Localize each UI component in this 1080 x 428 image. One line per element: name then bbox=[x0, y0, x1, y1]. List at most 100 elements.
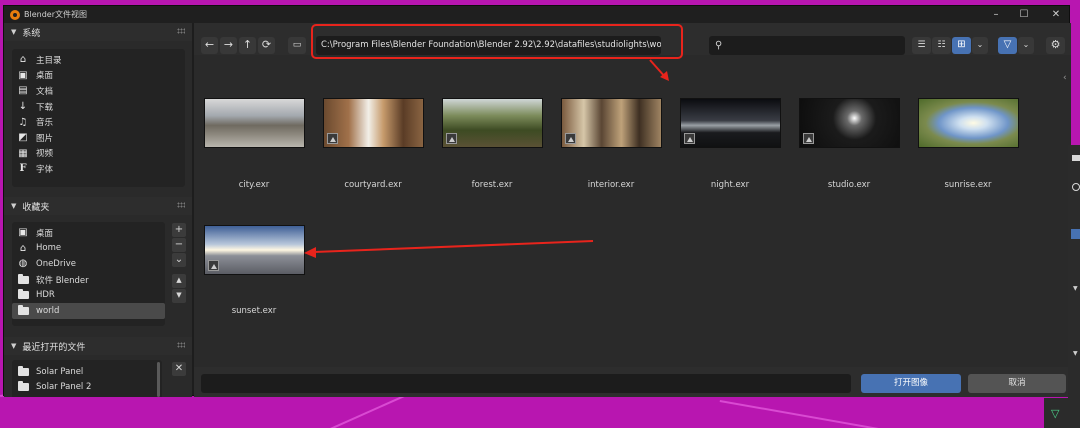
bookmark-item-label: Home bbox=[36, 243, 62, 254]
sidebar-item-home[interactable]: ⌂ 主目录 bbox=[12, 52, 185, 68]
image-file-icon bbox=[684, 133, 695, 144]
folder-icon bbox=[17, 381, 29, 393]
file-name[interactable]: forest.exr bbox=[437, 180, 547, 190]
drag-grip-icon[interactable] bbox=[177, 28, 185, 34]
file-thumbnail-studio[interactable] bbox=[799, 98, 900, 148]
drag-grip-icon[interactable] bbox=[177, 342, 185, 348]
background-app-strip: ▼ ▼ bbox=[1068, 145, 1080, 428]
folder-icon bbox=[17, 304, 29, 316]
move-down-button[interactable]: ▼ bbox=[172, 289, 186, 303]
bookmark-item-desktop[interactable]: ▣ 桌面 bbox=[12, 225, 165, 241]
recent-item-label: Solar Panel 2 bbox=[36, 382, 92, 393]
new-folder-button[interactable]: ▭ bbox=[288, 37, 306, 54]
file-thumbnail-city[interactable] bbox=[204, 98, 305, 148]
image-file-icon bbox=[327, 133, 338, 144]
bookmarks-panel-header[interactable]: ▼ 收藏夹 bbox=[4, 197, 192, 215]
file-name[interactable]: courtyard.exr bbox=[318, 180, 428, 190]
refresh-button[interactable]: ⟳ bbox=[258, 37, 275, 54]
drag-grip-icon[interactable] bbox=[177, 202, 185, 208]
sidebar-item-fonts[interactable]: F 字体 bbox=[12, 161, 185, 177]
chevron-left-icon[interactable]: ‹ bbox=[1063, 73, 1071, 83]
folder-icon bbox=[17, 273, 29, 285]
vertical-list-view-button[interactable]: ☰ bbox=[912, 37, 931, 54]
sidebar-item-label: 字体 bbox=[36, 164, 54, 175]
file-grid: city.exr courtyard.exr forest.exr interi… bbox=[194, 55, 1071, 367]
file-name[interactable]: sunset.exr bbox=[199, 306, 309, 316]
bookmark-menu-button[interactable]: ⌄ bbox=[172, 253, 186, 267]
bookmark-item-home[interactable]: ⌂ Home bbox=[12, 241, 165, 257]
parent-directory-button[interactable]: ↑ bbox=[239, 37, 256, 54]
bookmarks-list: ▣ 桌面 ⌂ Home ◍ OneDrive 软件 Blender HDR world bbox=[12, 222, 165, 326]
file-name[interactable]: night.exr bbox=[675, 180, 785, 190]
sidebar-item-desktop[interactable]: ▣ 桌面 bbox=[12, 68, 185, 84]
recent-scrollbar[interactable] bbox=[157, 362, 160, 397]
file-name[interactable]: city.exr bbox=[199, 180, 309, 190]
sidebar-item-label: 桌面 bbox=[36, 71, 54, 82]
filter-options-dropdown[interactable]: ⌄ bbox=[1018, 37, 1034, 54]
file-thumbnail-sunset[interactable] bbox=[204, 225, 305, 275]
desktop-icon: ▣ bbox=[18, 227, 28, 239]
file-name[interactable]: interior.exr bbox=[556, 180, 666, 190]
globe-icon bbox=[1072, 183, 1080, 191]
remove-bookmark-button[interactable]: − bbox=[172, 238, 186, 252]
close-button[interactable]: ✕ bbox=[1044, 8, 1068, 21]
collapse-triangle-icon: ▼ bbox=[11, 342, 17, 350]
system-panel-header[interactable]: ▼ 系统 bbox=[4, 23, 192, 41]
sidebar-item-downloads[interactable]: ↓ 下载 bbox=[12, 99, 185, 115]
file-thumbnail-sunrise[interactable] bbox=[918, 98, 1019, 148]
collapse-triangle-icon: ▼ bbox=[11, 202, 17, 210]
image-file-icon bbox=[446, 133, 457, 144]
bookmark-item-world[interactable]: world bbox=[12, 302, 165, 319]
download-icon: ↓ bbox=[18, 101, 28, 113]
move-up-button[interactable]: ▲ bbox=[172, 274, 186, 288]
add-bookmark-button[interactable]: + bbox=[172, 223, 186, 237]
search-icon: ⚲ bbox=[715, 40, 723, 51]
sidebar-item-label: 视频 bbox=[36, 149, 54, 160]
cancel-button[interactable]: 取消 bbox=[968, 374, 1066, 393]
sidebar-item-label: 图片 bbox=[36, 133, 54, 144]
sidebar-item-videos[interactable]: ▦ 视频 bbox=[12, 146, 185, 162]
forward-button[interactable]: → bbox=[220, 37, 237, 54]
node-icon-panel: ▽ bbox=[1044, 398, 1070, 428]
title-bar: Blender文件视图 – ☐ ✕ bbox=[4, 6, 1069, 23]
thumbnail-view-button[interactable]: ⊞ bbox=[952, 37, 971, 54]
horizontal-list-view-button[interactable]: ☷ bbox=[932, 37, 951, 54]
bottom-bar: 打开图像 取消 bbox=[194, 367, 1071, 397]
annotation-pointer bbox=[649, 59, 669, 81]
bookmark-item-label: 桌面 bbox=[36, 228, 54, 239]
system-panel-title: 系统 bbox=[22, 28, 41, 39]
recent-list: Solar Panel Solar Panel 2 bbox=[12, 360, 162, 397]
file-browser-window: Blender文件视图 – ☐ ✕ ▼ 系统 ⌂ 主目录 ▣ 桌面 ▤ 文档 ↓ 下载 … bbox=[3, 5, 1071, 397]
recent-item[interactable]: Solar Panel bbox=[12, 364, 162, 380]
music-icon: ♫ bbox=[18, 116, 28, 128]
recent-item[interactable]: Solar Panel 2 bbox=[12, 380, 162, 396]
desktop-icon: ▣ bbox=[18, 69, 28, 81]
file-thumbnail-courtyard[interactable] bbox=[323, 98, 424, 148]
sidebar-item-pictures[interactable]: ◩ 图片 bbox=[12, 130, 185, 146]
sidebar-item-documents[interactable]: ▤ 文档 bbox=[12, 83, 185, 99]
search-input[interactable]: ⚲ bbox=[709, 36, 905, 55]
file-name[interactable]: studio.exr bbox=[794, 180, 904, 190]
filename-input[interactable] bbox=[201, 374, 851, 393]
globe-icon: ◍ bbox=[18, 258, 28, 270]
file-name[interactable]: sunrise.exr bbox=[913, 180, 1023, 190]
display-size-dropdown[interactable]: ⌄ bbox=[972, 37, 988, 54]
bookmark-item-onedrive[interactable]: ◍ OneDrive bbox=[12, 256, 165, 272]
bookmark-item-hdr[interactable]: HDR bbox=[12, 287, 165, 303]
sidebar-item-music[interactable]: ♫ 音乐 bbox=[12, 114, 185, 130]
recent-panel-header[interactable]: ▼ 最近打开的文件 bbox=[4, 337, 192, 355]
file-thumbnail-forest[interactable] bbox=[442, 98, 543, 148]
maximize-button[interactable]: ☐ bbox=[1012, 8, 1036, 21]
filter-icon[interactable]: ▽ bbox=[998, 37, 1017, 54]
open-image-button[interactable]: 打开图像 bbox=[861, 374, 961, 393]
sidebar-item-label: 下载 bbox=[36, 102, 54, 113]
clear-recent-button[interactable]: ✕ bbox=[172, 362, 186, 376]
bookmark-item-blender[interactable]: 软件 Blender bbox=[12, 272, 165, 288]
file-thumbnail-interior[interactable] bbox=[561, 98, 662, 148]
toolbar-icon bbox=[1072, 155, 1080, 161]
minimize-button[interactable]: – bbox=[984, 8, 1008, 21]
gear-icon[interactable]: ⚙ bbox=[1046, 37, 1065, 54]
file-thumbnail-night[interactable] bbox=[680, 98, 781, 148]
node-tree-icon: ▽ bbox=[1051, 407, 1060, 420]
back-button[interactable]: ← bbox=[201, 37, 218, 54]
